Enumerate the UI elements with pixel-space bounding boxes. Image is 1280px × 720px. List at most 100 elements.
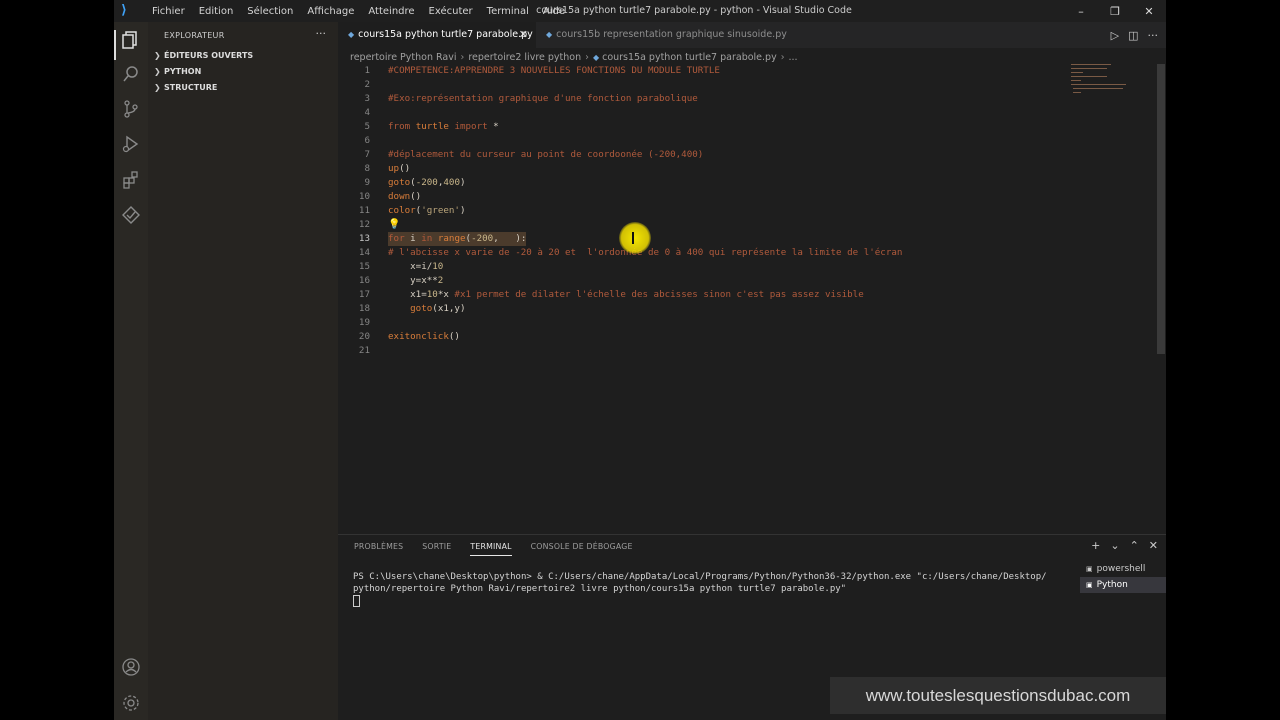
editor-actions: ▷ ◫ ··· bbox=[1111, 22, 1158, 48]
breadcrumb-folder-2[interactable]: repertoire2 livre python bbox=[468, 52, 581, 63]
terminal-item-python[interactable]: ▣ Python bbox=[1080, 577, 1166, 593]
code-text: goto(-200,400) bbox=[388, 177, 466, 188]
line-number: 19 bbox=[358, 317, 370, 328]
line-number: 4 bbox=[364, 107, 370, 118]
breadcrumb-file[interactable]: cours15a python turtle7 parabole.py bbox=[602, 52, 777, 63]
line-number: 11 bbox=[358, 205, 370, 216]
test-icon[interactable] bbox=[120, 205, 142, 227]
section-outline[interactable]: ❯ STRUCTURE bbox=[148, 80, 338, 96]
title-bar: ⟩ Fichier Edition Sélection Affichage At… bbox=[114, 0, 1166, 22]
chevron-down-icon[interactable]: ⌄ bbox=[1110, 539, 1119, 552]
sidebar-title: EXPLORATEUR bbox=[164, 31, 225, 40]
code-line[interactable]: 10 down() bbox=[338, 190, 1158, 204]
settings-gear-icon[interactable] bbox=[120, 693, 142, 715]
close-panel-icon[interactable]: ✕ bbox=[1149, 539, 1158, 552]
terminal-cursor bbox=[353, 595, 360, 607]
split-editor-icon[interactable]: ◫ bbox=[1128, 29, 1138, 42]
vscode-window: ⟩ Fichier Edition Sélection Affichage At… bbox=[114, 0, 1166, 720]
line-number: 10 bbox=[358, 191, 370, 202]
explorer-icon[interactable] bbox=[120, 30, 142, 52]
terminal-item-powershell[interactable]: ▣ powershell bbox=[1080, 561, 1166, 577]
chevron-right-icon: › bbox=[460, 51, 465, 63]
close-tab-icon[interactable]: ✕ bbox=[519, 22, 528, 48]
section-python-folder[interactable]: ❯ PYTHON bbox=[148, 64, 338, 80]
breadcrumb-symbol[interactable]: ... bbox=[789, 52, 798, 63]
line-number: 18 bbox=[358, 303, 370, 314]
breadcrumb-folder-1[interactable]: repertoire Python Ravi bbox=[350, 52, 457, 63]
code-line[interactable]: 21 bbox=[338, 344, 1158, 358]
maximize-panel-icon[interactable]: ⌃ bbox=[1130, 539, 1139, 552]
tab-problems[interactable]: PROBLÈMES bbox=[354, 542, 403, 556]
run-file-icon[interactable]: ▷ bbox=[1111, 29, 1119, 42]
code-line[interactable]: 16 y=x**2 bbox=[338, 274, 1158, 288]
line-number: 13 bbox=[358, 233, 370, 244]
code-line[interactable]: 9 goto(-200,400) bbox=[338, 176, 1158, 190]
more-actions-icon[interactable]: ··· bbox=[316, 27, 327, 40]
tab-cours15a[interactable]: ◆ cours15a python turtle7 parabole.py ✕ bbox=[338, 22, 536, 48]
tab-terminal[interactable]: TERMINAL bbox=[470, 542, 512, 556]
menu-edition[interactable]: Edition bbox=[192, 6, 241, 17]
menu-fichier[interactable]: Fichier bbox=[145, 6, 192, 17]
code-line[interactable]: 7 #déplacement du curseur au point de coo… bbox=[338, 148, 1158, 162]
line-number: 1 bbox=[364, 65, 370, 76]
code-text: down() bbox=[388, 191, 422, 202]
code-line[interactable]: 5 from turtle import * bbox=[338, 120, 1158, 134]
code-text: #déplacement du curseur au point de coor… bbox=[388, 149, 704, 160]
activity-bar bbox=[114, 22, 148, 720]
menu-terminal[interactable]: Terminal bbox=[480, 6, 536, 17]
code-text: exitonclick() bbox=[388, 331, 460, 342]
code-line[interactable]: 13 for i in range(-200, ): bbox=[338, 232, 1158, 246]
code-line[interactable]: 8 up() bbox=[338, 162, 1158, 176]
menu-bar: Fichier Edition Sélection Affichage Atte… bbox=[145, 0, 572, 22]
search-icon[interactable] bbox=[120, 64, 142, 86]
code-line[interactable]: 6 bbox=[338, 134, 1158, 148]
terminal-list: ▣ powershell ▣ Python bbox=[1080, 561, 1166, 593]
code-editor[interactable]: 1 #COMPETENCE:APPRENDRE 3 NOUVELLES FONCT… bbox=[338, 64, 1158, 534]
code-line[interactable]: 14 # l'abcisse x varie de -20 à 20 et l'o… bbox=[338, 246, 1158, 260]
code-text: #COMPETENCE:APPRENDRE 3 NOUVELLES FONCTI… bbox=[388, 65, 720, 76]
explorer-sidebar: EXPLORATEUR ··· ❯ ÉDITEURS OUVERTS ❯ PYT… bbox=[148, 22, 338, 720]
code-line[interactable]: 18 goto(x1,y) bbox=[338, 302, 1158, 316]
line-number: 16 bbox=[358, 275, 370, 286]
code-line[interactable]: 17 x1=10*x #x1 permet de dilater l'échel… bbox=[338, 288, 1158, 302]
editor-scrollbar[interactable] bbox=[1157, 64, 1165, 354]
code-line[interactable]: 12 💡 bbox=[338, 218, 1158, 232]
tab-output[interactable]: SORTIE bbox=[422, 542, 451, 556]
extensions-icon[interactable] bbox=[120, 170, 142, 192]
terminal-output[interactable]: PS C:\Users\chane\Desktop\python> & C:/U… bbox=[353, 571, 1063, 608]
minimap[interactable] bbox=[1069, 64, 1159, 104]
code-line[interactable]: 4 bbox=[338, 106, 1158, 120]
line-number: 3 bbox=[364, 93, 370, 104]
section-open-editors[interactable]: ❯ ÉDITEURS OUVERTS bbox=[148, 48, 338, 64]
restore-icon[interactable]: ❐ bbox=[1098, 0, 1132, 22]
panel-actions: + ⌄ ⌃ ✕ bbox=[1091, 539, 1158, 552]
minimize-icon[interactable]: – bbox=[1064, 0, 1098, 22]
tab-cours15b[interactable]: ◆ cours15b representation graphique sinus… bbox=[536, 22, 796, 48]
code-line[interactable]: 15 x=i/10 bbox=[338, 260, 1158, 274]
tab-debug-console[interactable]: CONSOLE DE DÉBOGAGE bbox=[531, 542, 633, 556]
menu-affichage[interactable]: Affichage bbox=[300, 6, 361, 17]
line-number: 21 bbox=[358, 345, 370, 356]
source-control-icon[interactable] bbox=[120, 99, 142, 121]
code-line[interactable]: 2 bbox=[338, 78, 1158, 92]
new-terminal-icon[interactable]: + bbox=[1091, 539, 1100, 552]
terminal-icon: ▣ bbox=[1086, 565, 1093, 573]
run-debug-icon[interactable] bbox=[120, 134, 142, 156]
menu-selection[interactable]: Sélection bbox=[240, 6, 300, 17]
lightbulb-icon[interactable]: 💡 bbox=[388, 218, 400, 232]
menu-atteindre[interactable]: Atteindre bbox=[361, 6, 421, 17]
code-line[interactable]: 3 #Exo:représentation graphique d'une fon… bbox=[338, 92, 1158, 106]
code-line[interactable]: 19 bbox=[338, 316, 1158, 330]
chevron-right-icon: › bbox=[780, 51, 785, 63]
code-line[interactable]: 11 color('green') bbox=[338, 204, 1158, 218]
code-line[interactable]: 20 exitonclick() bbox=[338, 330, 1158, 344]
close-window-icon[interactable]: ✕ bbox=[1132, 0, 1166, 22]
code-line[interactable]: 1 #COMPETENCE:APPRENDRE 3 NOUVELLES FONCT… bbox=[338, 64, 1158, 78]
code-text: y=x**2 bbox=[388, 275, 444, 286]
menu-executer[interactable]: Exécuter bbox=[422, 6, 480, 17]
chevron-right-icon: ❯ bbox=[154, 67, 161, 76]
more-actions-icon[interactable]: ··· bbox=[1148, 29, 1159, 42]
code-text: up() bbox=[388, 163, 411, 174]
window-controls: – ❐ ✕ bbox=[1064, 0, 1166, 22]
account-icon[interactable] bbox=[120, 657, 142, 679]
